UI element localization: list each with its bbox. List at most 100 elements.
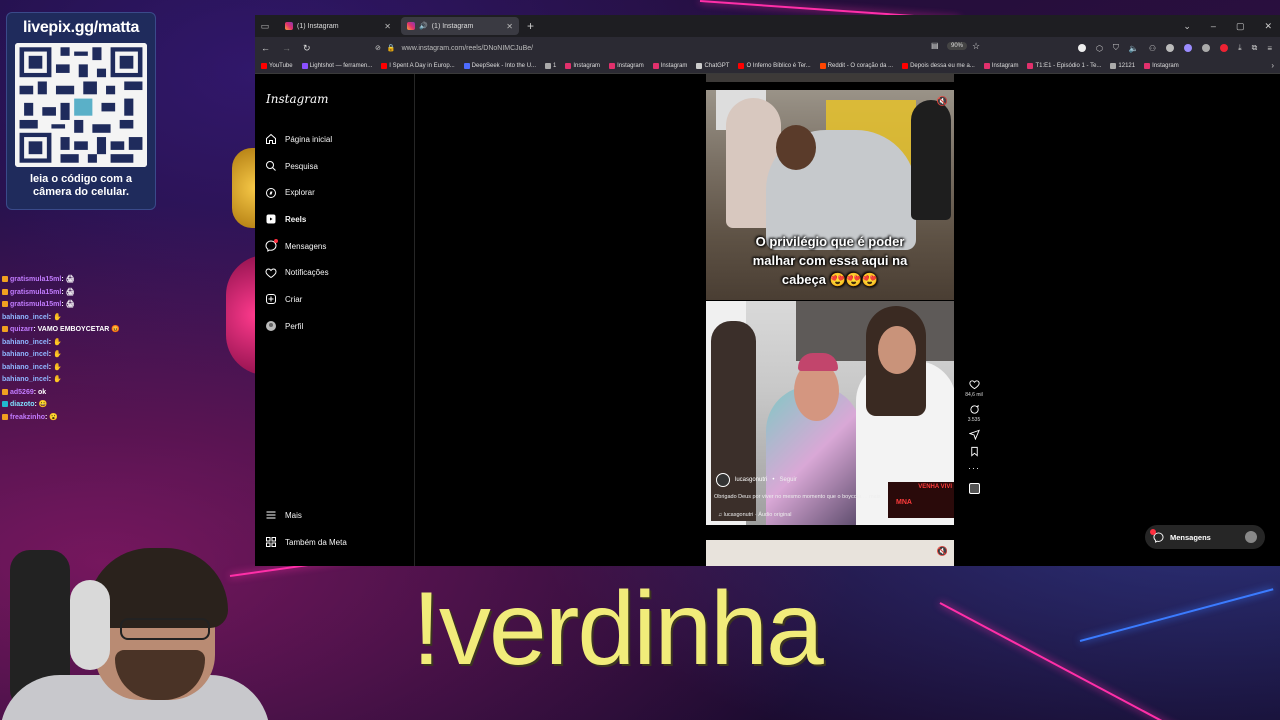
speaker-icon[interactable]: 🔊 bbox=[419, 22, 428, 30]
shield-icon[interactable]: ⛉ bbox=[1113, 43, 1119, 53]
share-action[interactable] bbox=[964, 429, 984, 440]
audio-label[interactable]: lucasgonutri · Áudio original bbox=[724, 512, 792, 518]
reel-audio[interactable]: ♫ lucasgonutri · Áudio original bbox=[718, 512, 792, 518]
ig-nav-plus[interactable]: Criar bbox=[265, 286, 332, 313]
chat-username[interactable]: gratismula15ml bbox=[10, 276, 61, 283]
extension-icon[interactable] bbox=[1184, 44, 1193, 52]
like-action[interactable]: 84,6 mil bbox=[964, 379, 984, 398]
more-icon[interactable]: ··· bbox=[968, 463, 980, 473]
close-icon[interactable]: ✕ bbox=[506, 22, 513, 31]
bookmark-icon[interactable] bbox=[969, 446, 980, 457]
chevron-right-icon[interactable]: › bbox=[1271, 61, 1274, 70]
chat-username[interactable]: bahiano_incel bbox=[2, 314, 49, 321]
extension-icon[interactable] bbox=[1077, 44, 1086, 52]
chat-username[interactable]: bahiano_incel bbox=[2, 351, 49, 358]
ig-nav-heart[interactable]: Notificações bbox=[265, 259, 332, 286]
chat-username[interactable]: bahiano_incel bbox=[2, 364, 49, 371]
extension-icon[interactable]: ⬡ bbox=[1096, 44, 1103, 53]
ig-nav-search[interactable]: Pesquisa bbox=[265, 153, 332, 180]
mute-icon[interactable]: 🔇 bbox=[937, 96, 948, 107]
star-icon[interactable]: ☆ bbox=[972, 41, 980, 52]
reel-main-video[interactable]: lucasgonutri • Seguir Obrigado Deus por … bbox=[706, 301, 954, 525]
browser-tab-active[interactable]: 🔊 (1) Instagram ✕ bbox=[401, 17, 519, 35]
chat-username[interactable]: ad5269 bbox=[10, 389, 34, 396]
close-window-icon[interactable]: ✕ bbox=[1264, 21, 1272, 32]
chevron-down-icon[interactable]: ⌄ bbox=[1183, 21, 1191, 32]
follow-button[interactable]: Seguir bbox=[779, 477, 796, 483]
reel-author[interactable]: lucasgonutri • Seguir bbox=[716, 473, 797, 487]
chat-username[interactable]: bahiano_incel bbox=[2, 376, 49, 383]
chat-username[interactable]: freakzinho bbox=[10, 414, 45, 421]
bookmark-item[interactable]: YouTube bbox=[261, 63, 293, 69]
bookmark-item[interactable]: I Spent A Day in Europ... bbox=[381, 63, 455, 69]
chat-username[interactable]: bahiano_incel bbox=[2, 339, 49, 346]
extension-icon[interactable] bbox=[1166, 44, 1175, 52]
chat-username[interactable]: gratismula15ml bbox=[10, 289, 61, 296]
bookmark-item[interactable]: Instagram bbox=[652, 63, 687, 69]
instagram-logo[interactable]: Instagram bbox=[266, 92, 329, 106]
speaker-icon[interactable]: 🔈 bbox=[1129, 44, 1139, 53]
reload-icon[interactable]: ↻ bbox=[303, 43, 311, 54]
ig-nav-home[interactable]: Página inicial bbox=[265, 126, 332, 153]
menu-icon[interactable]: ≡ bbox=[1267, 44, 1272, 53]
bookmark-item[interactable]: Instagram bbox=[1144, 63, 1179, 69]
tab-list-icon[interactable]: ▭ bbox=[255, 15, 275, 37]
more-action[interactable]: ··· bbox=[964, 463, 984, 473]
audio-thumb-action[interactable] bbox=[964, 479, 984, 494]
zoom-badge[interactable]: 90% bbox=[947, 42, 968, 50]
bookmark-item[interactable]: 12121 bbox=[1110, 63, 1135, 69]
bookmark-item[interactable]: 1 bbox=[545, 63, 556, 69]
lock-icon[interactable]: 🔒 bbox=[387, 44, 396, 52]
ig-nav-meta[interactable]: Também da Meta bbox=[265, 529, 347, 556]
browser-tab[interactable]: (1) Instagram ✕ bbox=[279, 17, 397, 35]
ig-nav-avatar[interactable]: Perfil bbox=[265, 313, 332, 340]
previous-reel[interactable] bbox=[706, 74, 954, 82]
comment-action[interactable]: 3.535 bbox=[964, 404, 984, 423]
ig-nav-reels[interactable]: Reels bbox=[265, 206, 332, 233]
chat-username[interactable]: gratismula15ml bbox=[10, 301, 61, 308]
mute-icon[interactable]: 🔇 bbox=[937, 546, 948, 557]
heart-icon[interactable] bbox=[968, 379, 980, 390]
bookmark-item[interactable]: Instagram bbox=[565, 63, 600, 69]
author-name[interactable]: lucasgonutri bbox=[735, 477, 767, 483]
bookmark-item[interactable]: Reddit - O coração da ... bbox=[819, 63, 893, 69]
next-reel[interactable]: 🔇 bbox=[706, 540, 954, 566]
messages-floating-button[interactable]: Mensagens bbox=[1145, 525, 1265, 549]
bookmark-item[interactable]: Instagram bbox=[609, 63, 644, 69]
ig-nav-menu[interactable]: Mais bbox=[265, 502, 347, 529]
url-bar[interactable]: ⊘ 🔒 www.instagram.com/reels/DNoNIMCJuBe/ bbox=[375, 40, 985, 56]
reel-description[interactable]: Obrigado Deus por viver no mesmo momento… bbox=[714, 494, 914, 500]
download-icon[interactable]: ⤓ bbox=[1238, 43, 1242, 53]
bookmark-item[interactable]: Instagram bbox=[983, 63, 1018, 69]
extension-icon[interactable]: ⚇ bbox=[1149, 44, 1156, 53]
extension-icon[interactable] bbox=[1220, 44, 1229, 52]
puzzle-icon[interactable]: ⧉ bbox=[1252, 43, 1258, 53]
new-tab-icon[interactable]: + bbox=[527, 19, 534, 33]
audio-thumbnail[interactable] bbox=[968, 483, 980, 494]
author-avatar[interactable] bbox=[716, 473, 730, 487]
send-icon[interactable] bbox=[968, 429, 980, 440]
chat-username[interactable]: diazoto bbox=[10, 401, 35, 408]
url-text[interactable]: www.instagram.com/reels/DNoNIMCJuBe/ bbox=[402, 45, 533, 52]
maximize-icon[interactable]: ▢ bbox=[1236, 21, 1245, 32]
bookmark-item[interactable]: Lightshot — ferramen... bbox=[301, 63, 372, 69]
save-action[interactable] bbox=[964, 446, 984, 457]
back-arrow-icon[interactable]: ← bbox=[261, 43, 270, 53]
ig-nav-compass[interactable]: Explorar bbox=[265, 179, 332, 206]
bookmark-item[interactable]: DeepSeek - Into the U... bbox=[463, 63, 536, 69]
comment-icon[interactable] bbox=[969, 404, 980, 415]
tracking-protection-icon[interactable]: ⊘ bbox=[375, 44, 381, 52]
bookmark-item[interactable]: ChatGPT bbox=[696, 63, 729, 69]
minimize-icon[interactable]: – bbox=[1211, 21, 1216, 31]
chat-username[interactable]: quizarr bbox=[10, 326, 33, 333]
forward-arrow-icon[interactable]: → bbox=[282, 43, 291, 53]
reader-view-icon[interactable]: ▤ bbox=[931, 41, 939, 50]
bookmark-item[interactable]: Depois dessa eu me a... bbox=[902, 63, 975, 69]
extension-icon[interactable] bbox=[1202, 44, 1211, 52]
bookmark-item[interactable]: T1:E1 - Episódio 1 - Te... bbox=[1027, 63, 1101, 69]
reel-gym-video[interactable]: O privilégio que é poder malhar com essa… bbox=[706, 90, 954, 300]
person bbox=[711, 321, 756, 521]
close-icon[interactable]: ✕ bbox=[384, 22, 391, 31]
bookmark-item[interactable]: O Inferno Bíblico é Ter... bbox=[738, 63, 811, 69]
ig-nav-messenger[interactable]: Mensagens bbox=[265, 233, 332, 260]
